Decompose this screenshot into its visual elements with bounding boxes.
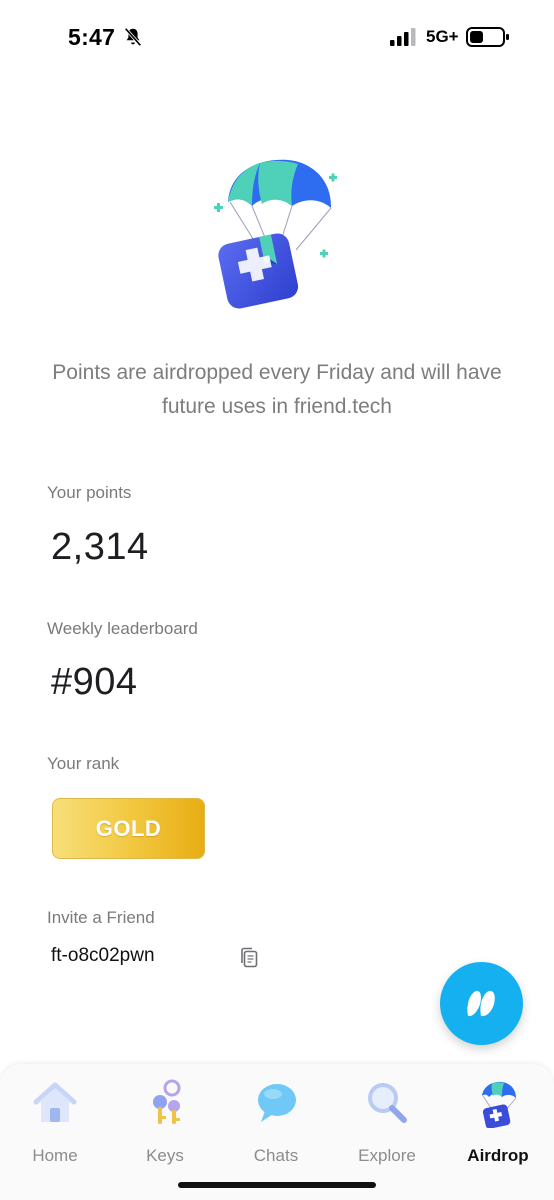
- parachute-gift-box-illustration: [214, 159, 337, 309]
- tab-airdrop-label: Airdrop: [467, 1146, 529, 1165]
- airdrop-description: Points are airdropped every Friday and w…: [52, 361, 502, 418]
- rank-badge: GOLD: [52, 798, 205, 859]
- status-bar: 5:47 5G+: [0, 0, 554, 70]
- status-time: 5:47: [68, 24, 116, 50]
- points-value: 2,314: [51, 526, 149, 568]
- tab-keys[interactable]: Keys: [110, 1064, 220, 1174]
- invite-code[interactable]: ft-o8c02pwn: [51, 945, 155, 967]
- tab-explore[interactable]: Explore: [332, 1064, 442, 1174]
- tab-home[interactable]: Home: [0, 1064, 110, 1174]
- airdrop-icon: [482, 1081, 517, 1128]
- bell-off-icon: [124, 27, 142, 47]
- chat-bubble-icon: [258, 1084, 296, 1122]
- points-label: Your points: [47, 483, 132, 502]
- keys-icon: [153, 1079, 181, 1124]
- rank-label: Your rank: [47, 754, 120, 773]
- tab-keys-label: Keys: [146, 1146, 184, 1165]
- home-icon: [33, 1082, 77, 1122]
- tab-explore-label: Explore: [358, 1146, 416, 1165]
- copy-icon[interactable]: [238, 946, 260, 970]
- magnifier-icon: [368, 1083, 407, 1123]
- tab-chats[interactable]: Chats: [221, 1064, 331, 1174]
- leaderboard-label: Weekly leaderboard: [47, 619, 198, 638]
- friendtech-logo-icon: [466, 990, 495, 1016]
- bottom-tab-bar: Home Keys Chats Explore Airdrop: [0, 1064, 554, 1200]
- leaderboard-value: #904: [51, 661, 138, 703]
- invite-label: Invite a Friend: [47, 908, 155, 927]
- signal-icon: [390, 28, 416, 46]
- network-type: 5G+: [426, 27, 459, 46]
- home-indicator[interactable]: [178, 1182, 376, 1188]
- tab-home-label: Home: [32, 1146, 78, 1165]
- battery-icon: [466, 27, 509, 47]
- friendtech-fab-button[interactable]: [440, 962, 523, 1045]
- tab-airdrop[interactable]: Airdrop: [443, 1064, 553, 1174]
- tab-chats-label: Chats: [253, 1146, 299, 1165]
